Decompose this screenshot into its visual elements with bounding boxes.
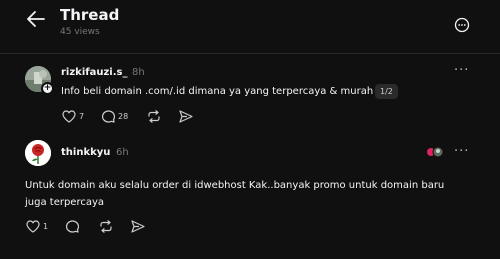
view-count: 45 views <box>60 27 100 37</box>
page-title: Thread <box>60 6 120 24</box>
more-circle-icon[interactable] <box>454 17 470 33</box>
reply-button[interactable]: 28 <box>102 110 128 123</box>
post-more-icon[interactable]: ··· <box>454 145 469 158</box>
like-button[interactable]: 1 <box>26 220 48 233</box>
reply-button[interactable] <box>66 220 79 233</box>
post-time: 6h <box>116 147 129 158</box>
reactor-avatars[interactable] <box>426 146 444 158</box>
reply-count: 28 <box>118 112 129 121</box>
post-text: Info beli domain .com/.id dimana ya yang… <box>61 86 374 97</box>
thread-header: Thread 45 views <box>0 0 500 50</box>
like-count: 7 <box>79 112 85 121</box>
header-divider <box>0 53 500 54</box>
back-arrow-icon[interactable] <box>26 10 46 28</box>
avatar[interactable] <box>25 140 51 166</box>
post-time: 8h <box>132 67 145 78</box>
send-icon <box>179 110 193 123</box>
post-username[interactable]: rizkifauzi.s_ <box>61 67 127 78</box>
comment-icon <box>102 110 115 123</box>
repost-button[interactable] <box>99 220 113 233</box>
heart-icon <box>26 220 40 233</box>
page-badge: 1/2 <box>375 84 398 99</box>
share-button[interactable] <box>131 220 145 233</box>
rose-avatar-icon <box>25 140 51 166</box>
like-button[interactable]: 7 <box>62 110 84 123</box>
post-more-icon[interactable]: ··· <box>454 64 469 77</box>
comment-icon <box>66 220 79 233</box>
follow-plus-icon[interactable]: + <box>41 82 54 95</box>
repost-button[interactable] <box>147 110 161 123</box>
repost-icon <box>100 220 112 233</box>
post-username[interactable]: thinkkyu <box>61 147 110 158</box>
heart-icon <box>62 110 76 123</box>
repost-icon <box>148 110 160 123</box>
post-text: Untuk domain aku selalu order di idwebho… <box>25 180 445 208</box>
share-button[interactable] <box>179 110 193 123</box>
send-icon <box>131 220 145 233</box>
like-count: 1 <box>43 222 49 231</box>
